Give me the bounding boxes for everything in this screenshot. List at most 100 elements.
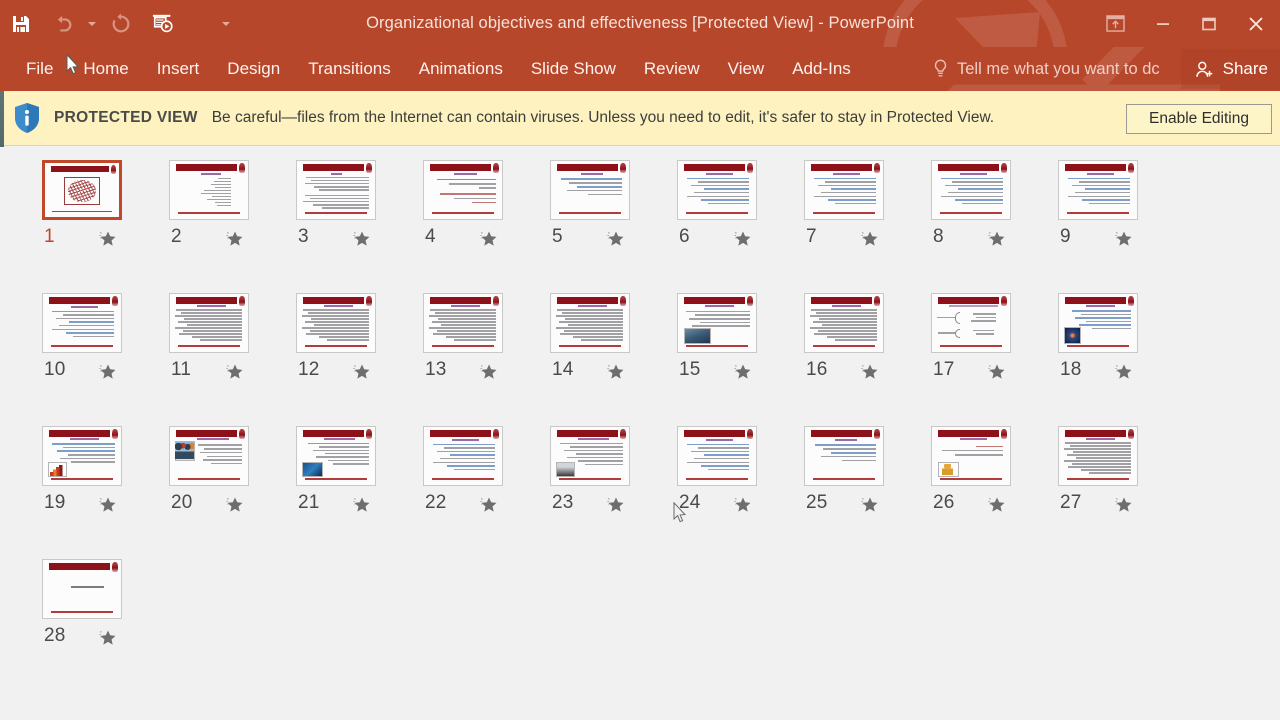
- slide-preview[interactable]: [1058, 293, 1138, 353]
- slide-thumbnail-7[interactable]: 7: [804, 160, 884, 247]
- slide-preview[interactable]: [42, 426, 122, 486]
- star-icon[interactable]: [607, 363, 625, 386]
- star-icon[interactable]: [99, 629, 117, 652]
- slide-preview[interactable]: [677, 293, 757, 353]
- tab-design[interactable]: Design: [213, 47, 294, 91]
- star-icon[interactable]: [99, 363, 117, 386]
- star-icon[interactable]: [1115, 363, 1133, 386]
- star-icon[interactable]: [1115, 496, 1133, 519]
- slide-preview[interactable]: [804, 426, 884, 486]
- customize-qat-button[interactable]: [218, 4, 234, 44]
- maximize-restore-button[interactable]: [1186, 4, 1232, 44]
- slide-preview[interactable]: [42, 160, 122, 220]
- slide-preview[interactable]: [804, 160, 884, 220]
- close-button[interactable]: [1232, 4, 1280, 44]
- slide-thumbnail-12[interactable]: 12: [296, 293, 376, 380]
- star-icon[interactable]: [734, 363, 752, 386]
- star-icon[interactable]: [480, 230, 498, 253]
- slide-thumbnail-1[interactable]: 1: [42, 160, 122, 247]
- tab-animations[interactable]: Animations: [405, 47, 517, 91]
- slide-thumbnail-28[interactable]: 28: [42, 559, 122, 646]
- slide-thumbnail-9[interactable]: 9: [1058, 160, 1138, 247]
- star-icon[interactable]: [353, 363, 371, 386]
- star-icon[interactable]: [99, 230, 117, 253]
- star-icon[interactable]: [861, 230, 879, 253]
- slide-preview[interactable]: [423, 160, 503, 220]
- slide-thumbnail-15[interactable]: 15: [677, 293, 757, 380]
- ribbon-display-options-button[interactable]: [1090, 4, 1140, 44]
- slide-preview[interactable]: [296, 426, 376, 486]
- slide-thumbnail-8[interactable]: 8: [931, 160, 1011, 247]
- slide-thumbnail-17[interactable]: 17: [931, 293, 1011, 380]
- slide-preview[interactable]: [677, 160, 757, 220]
- slide-thumbnail-13[interactable]: 13: [423, 293, 503, 380]
- star-icon[interactable]: [1115, 230, 1133, 253]
- star-icon[interactable]: [607, 496, 625, 519]
- star-icon[interactable]: [99, 496, 117, 519]
- star-icon[interactable]: [226, 363, 244, 386]
- tab-home[interactable]: Home: [69, 47, 142, 91]
- star-icon[interactable]: [480, 363, 498, 386]
- undo-dropdown-button[interactable]: [84, 4, 100, 44]
- slide-preview[interactable]: [804, 293, 884, 353]
- star-icon[interactable]: [480, 496, 498, 519]
- slide-preview[interactable]: [296, 160, 376, 220]
- star-icon[interactable]: [734, 496, 752, 519]
- star-icon[interactable]: [607, 230, 625, 253]
- slide-preview[interactable]: [169, 426, 249, 486]
- star-icon[interactable]: [988, 496, 1006, 519]
- slide-preview[interactable]: [931, 160, 1011, 220]
- slide-thumbnail-25[interactable]: 25: [804, 426, 884, 513]
- slide-preview[interactable]: [931, 293, 1011, 353]
- tell-me-search[interactable]: Tell me what you want to dc: [933, 47, 1160, 91]
- star-icon[interactable]: [226, 496, 244, 519]
- slide-thumbnail-21[interactable]: 21: [296, 426, 376, 513]
- save-button[interactable]: [0, 4, 42, 44]
- minimize-button[interactable]: [1140, 4, 1186, 44]
- slide-thumbnail-4[interactable]: 4: [423, 160, 503, 247]
- slide-preview[interactable]: [42, 559, 122, 619]
- slide-preview[interactable]: [1058, 160, 1138, 220]
- slide-thumbnail-23[interactable]: 23: [550, 426, 630, 513]
- slide-preview[interactable]: [296, 293, 376, 353]
- tab-review[interactable]: Review: [630, 47, 714, 91]
- slide-thumbnail-27[interactable]: 27: [1058, 426, 1138, 513]
- slide-preview[interactable]: [169, 160, 249, 220]
- star-icon[interactable]: [226, 230, 244, 253]
- star-icon[interactable]: [353, 230, 371, 253]
- slide-thumbnail-14[interactable]: 14: [550, 293, 630, 380]
- slide-thumbnail-24[interactable]: 24: [677, 426, 757, 513]
- enable-editing-button[interactable]: Enable Editing: [1126, 104, 1272, 134]
- undo-button[interactable]: [42, 4, 84, 44]
- slide-thumbnail-5[interactable]: 5: [550, 160, 630, 247]
- tab-file[interactable]: File: [0, 47, 69, 91]
- tab-slide-show[interactable]: Slide Show: [517, 47, 630, 91]
- slide-thumbnail-10[interactable]: 10: [42, 293, 122, 380]
- slide-preview[interactable]: [550, 293, 630, 353]
- star-icon[interactable]: [988, 230, 1006, 253]
- slide-thumbnail-26[interactable]: 26: [931, 426, 1011, 513]
- start-slideshow-button[interactable]: [142, 4, 184, 44]
- slide-preview[interactable]: [1058, 426, 1138, 486]
- slide-thumbnail-11[interactable]: 11: [169, 293, 249, 380]
- slide-thumbnail-19[interactable]: 19: [42, 426, 122, 513]
- slide-preview[interactable]: [423, 426, 503, 486]
- slide-thumbnail-3[interactable]: 3: [296, 160, 376, 247]
- slide-thumbnail-22[interactable]: 22: [423, 426, 503, 513]
- slide-thumbnail-2[interactable]: 2: [169, 160, 249, 247]
- redo-button[interactable]: [100, 4, 142, 44]
- tab-insert[interactable]: Insert: [143, 47, 214, 91]
- star-icon[interactable]: [988, 363, 1006, 386]
- slide-thumbnail-6[interactable]: 6: [677, 160, 757, 247]
- tab-transitions[interactable]: Transitions: [294, 47, 405, 91]
- tab-view[interactable]: View: [714, 47, 779, 91]
- slide-preview[interactable]: [423, 293, 503, 353]
- slide-preview[interactable]: [931, 426, 1011, 486]
- share-button[interactable]: Share: [1180, 49, 1280, 89]
- slide-thumbnail-16[interactable]: 16: [804, 293, 884, 380]
- slide-thumbnail-20[interactable]: 20: [169, 426, 249, 513]
- tab-add-ins[interactable]: Add-Ins: [778, 47, 865, 91]
- star-icon[interactable]: [861, 496, 879, 519]
- slide-preview[interactable]: [550, 426, 630, 486]
- slide-preview[interactable]: [42, 293, 122, 353]
